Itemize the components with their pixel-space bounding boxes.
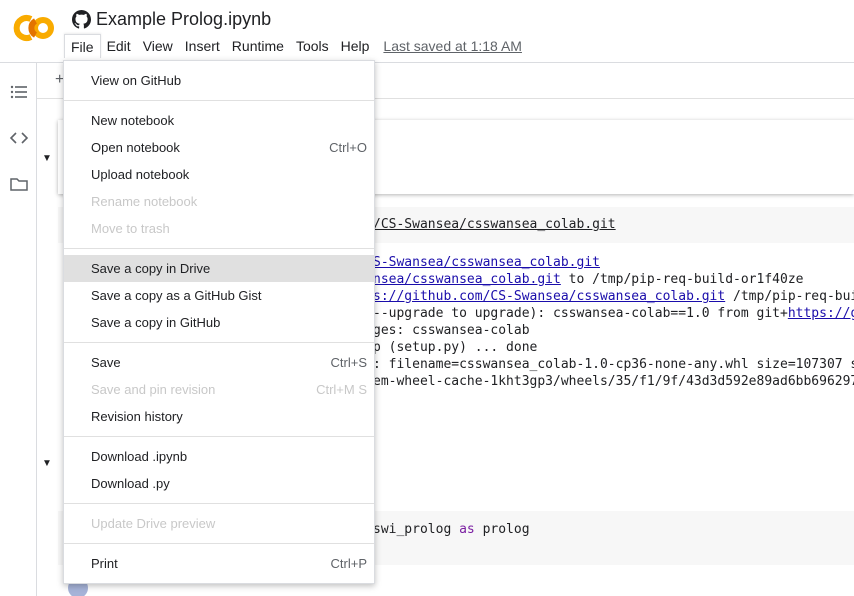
output-text: /tmp/pip-req-buil <box>725 289 854 304</box>
left-rail <box>0 63 37 596</box>
folder-icon[interactable] <box>9 174 29 194</box>
menu-item-upload-notebook[interactable]: Upload notebook <box>64 161 374 188</box>
output-link[interactable]: https://gi <box>788 306 854 321</box>
menu-item-label: Revision history <box>91 409 183 424</box>
menu-separator <box>64 543 374 544</box>
menu-edit[interactable]: Edit <box>101 34 137 58</box>
output-text: to /tmp/pip-req-build-or1f40ze <box>560 272 804 287</box>
menu-item-label: Save <box>91 355 121 370</box>
menu-item-label: Move to trash <box>91 221 170 236</box>
menu-item-label: Download .py <box>91 476 170 491</box>
file-menu-dropdown: View on GitHub New notebook Open notebook C… <box>63 60 375 584</box>
output-link[interactable]: s://github.com/CS-Swansea/csswansea_cola… <box>373 289 725 304</box>
menu-separator <box>64 248 374 249</box>
menu-item-save-a-copy-in-github[interactable]: Save a copy in GitHub <box>64 309 374 336</box>
output-text: em-wheel-cache-1kht3gp3/wheels/35/f1/9f/… <box>373 374 854 389</box>
output-line: nsea/csswansea_colab.git to /tmp/pip-req… <box>373 271 854 288</box>
output-line: p (setup.py) ... done <box>373 339 854 356</box>
code-icon[interactable] <box>9 128 29 148</box>
menu-item-label: View on GitHub <box>91 73 182 88</box>
menu-item-print[interactable]: Print Ctrl+P <box>64 550 374 577</box>
menu-item-label: Upload notebook <box>91 167 190 182</box>
menu-item-label: Save and pin revision <box>91 382 216 397</box>
menu-runtime[interactable]: Runtime <box>226 34 290 58</box>
menu-separator <box>64 100 374 101</box>
menu-item-label: Save a copy as a GitHub Gist <box>91 288 262 303</box>
menu-separator <box>64 436 374 437</box>
output-line: --upgrade to upgrade): csswansea-colab==… <box>373 305 854 322</box>
menu-item-shortcut: Ctrl+M S <box>316 382 367 397</box>
output-text: p (setup.py) ... done <box>373 340 538 355</box>
code-line: /CS-Swansea/csswansea_colab.git <box>373 217 616 232</box>
code-line: swi_prolog as prolog <box>373 522 530 537</box>
output-text: ges: csswansea-colab <box>373 323 530 338</box>
menu-item-label: Rename notebook <box>91 194 198 209</box>
colab-logo-icon[interactable] <box>10 8 58 48</box>
menu-item-label: Download .ipynb <box>91 449 188 464</box>
menu-item-label: Open notebook <box>91 140 180 155</box>
output-line: : filename=csswansea_colab-1.0-cp36-none… <box>373 356 854 373</box>
notebook-title[interactable]: Example Prolog.ipynb <box>96 9 271 30</box>
menu-item-shortcut: Ctrl+P <box>330 556 367 571</box>
menu-item-label: Save a copy in Drive <box>91 261 211 276</box>
colab-window: Example Prolog.ipynb File Edit View Inse… <box>0 0 854 596</box>
menu-item-open-notebook[interactable]: Open notebook Ctrl+O <box>64 134 374 161</box>
menu-view[interactable]: View <box>137 34 179 58</box>
github-icon[interactable] <box>72 9 91 29</box>
menu-item-shortcut: Ctrl+O <box>329 140 367 155</box>
menu-item-save-a-copy-in-drive[interactable]: Save a copy in Drive <box>64 255 374 282</box>
menu-file[interactable]: File <box>64 34 101 58</box>
menu-help[interactable]: Help <box>335 34 376 58</box>
output-link[interactable]: S-Swansea/csswansea_colab.git <box>373 255 600 270</box>
menu-separator <box>64 342 374 343</box>
output-line: S-Swansea/csswansea_colab.git <box>373 254 854 271</box>
menu-item-rename-notebook: Rename notebook <box>64 188 374 215</box>
collapse-arrow-icon[interactable]: ▼ <box>42 458 54 469</box>
menu-item-save-a-copy-as-a-github-gist[interactable]: Save a copy as a GitHub Gist <box>64 282 374 309</box>
cell-output: S-Swansea/csswansea_colab.git nsea/csswan… <box>373 254 854 390</box>
menu-separator <box>64 503 374 504</box>
toc-icon[interactable] <box>9 82 29 102</box>
menu-item-view-on-github[interactable]: View on GitHub <box>64 67 374 94</box>
output-link[interactable]: nsea/csswansea_colab.git <box>373 272 561 287</box>
menu-item-label: Print <box>91 556 118 571</box>
menu-item-update-drive-preview: Update Drive preview <box>64 510 374 537</box>
menu-item-download-py[interactable]: Download .py <box>64 470 374 497</box>
menu-item-shortcut: Ctrl+S <box>330 355 367 370</box>
output-line: ges: csswansea-colab <box>373 322 854 339</box>
menu-item-label: Update Drive preview <box>91 516 216 531</box>
menu-item-download-ipynb[interactable]: Download .ipynb <box>64 443 374 470</box>
menu-insert[interactable]: Insert <box>179 34 226 58</box>
menu-item-new-notebook[interactable]: New notebook <box>64 107 374 134</box>
output-text: : filename=csswansea_colab-1.0-cp36-none… <box>373 357 854 372</box>
menu-item-move-to-trash: Move to trash <box>64 215 374 242</box>
menu-bar: File Edit View Insert Runtime Tools Help… <box>64 34 522 58</box>
collapse-arrow-icon[interactable]: ▼ <box>42 153 54 164</box>
output-text: --upgrade to upgrade): csswansea-colab==… <box>373 306 788 321</box>
menu-item-label: Save a copy in GitHub <box>91 315 221 330</box>
menu-item-label: New notebook <box>91 113 175 128</box>
menu-item-revision-history[interactable]: Revision history <box>64 403 374 430</box>
title-row: Example Prolog.ipynb <box>72 8 271 30</box>
output-line: em-wheel-cache-1kht3gp3/wheels/35/f1/9f/… <box>373 373 854 390</box>
menu-item-save-and-pin-revision: Save and pin revision Ctrl+M S <box>64 376 374 403</box>
last-saved-link[interactable]: Last saved at 1:18 AM <box>383 37 522 55</box>
menu-item-save[interactable]: Save Ctrl+S <box>64 349 374 376</box>
output-line: s://github.com/CS-Swansea/csswansea_cola… <box>373 288 854 305</box>
menu-tools[interactable]: Tools <box>290 34 335 58</box>
